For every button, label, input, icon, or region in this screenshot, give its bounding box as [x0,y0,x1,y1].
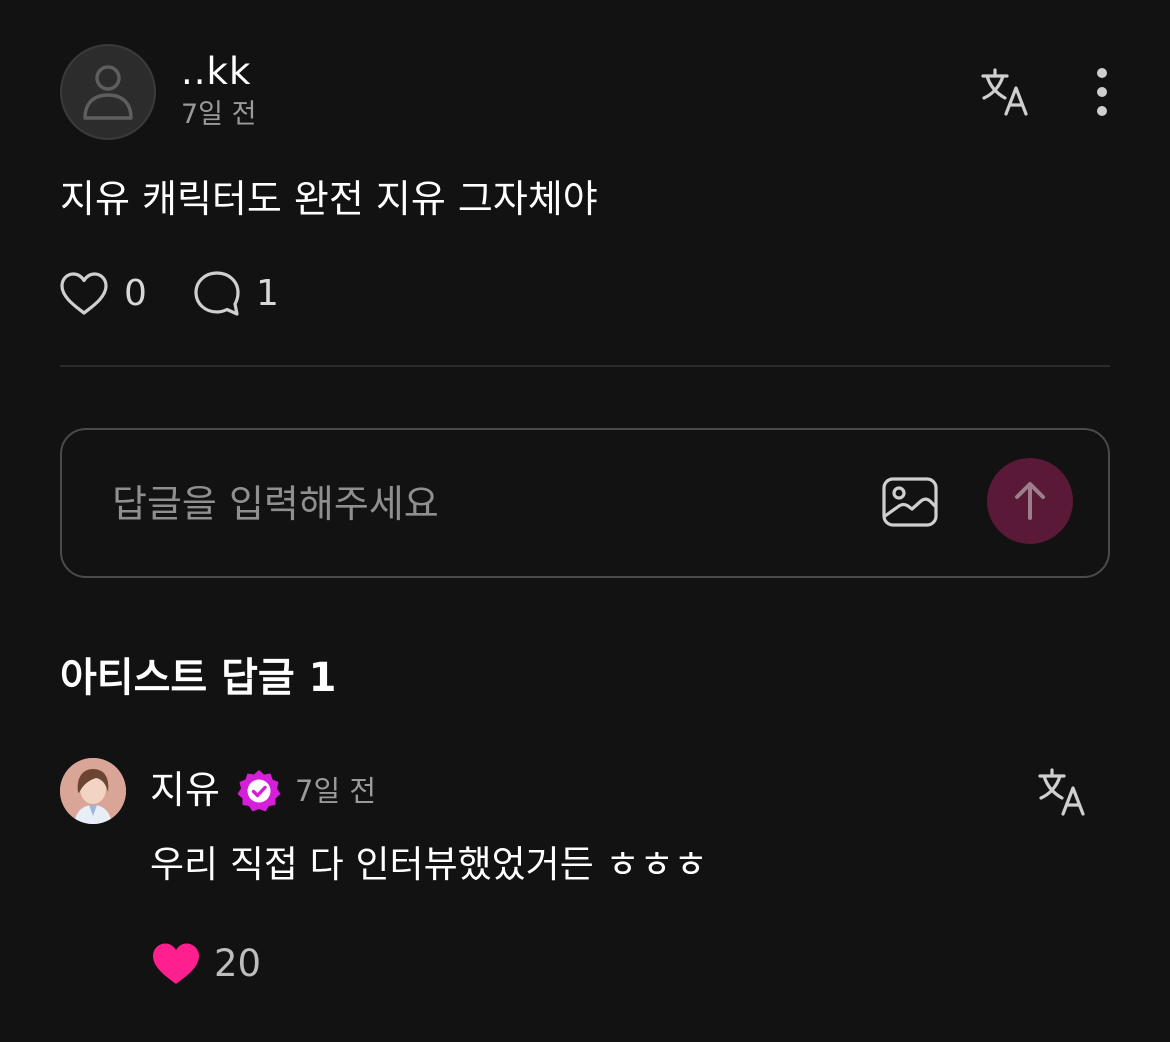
image-icon [882,477,938,527]
attach-image-button[interactable] [880,472,940,532]
reply-translate-button[interactable] [1035,764,1091,820]
reply-input[interactable] [112,470,812,538]
verified-badge-icon [237,770,281,812]
translate-icon [1038,768,1085,816]
author-name[interactable]: ..kk [181,50,251,94]
post-body: 지유 캐릭터도 완전 지유 그자체야 [60,177,598,221]
reply-like-button[interactable]: 20 [150,936,261,992]
author-avatar[interactable] [60,44,156,140]
more-vertical-icon [1097,68,1107,116]
default-user-icon [83,65,133,120]
artist-replies-title: 아티스트 답글 1 [60,655,337,701]
artist-name[interactable]: 지유 [150,766,220,814]
translate-button[interactable] [978,64,1034,120]
artist-photo [60,758,126,824]
translate-icon [981,68,1028,116]
heart-outline-icon [60,272,108,315]
comment-count: 1 [256,273,279,314]
reply-timestamp: 7일 전 [295,774,377,808]
arrow-up-icon [1015,482,1045,520]
comment-button[interactable]: 1 [192,266,279,322]
like-count: 0 [124,273,147,314]
divider [60,365,1110,367]
artist-avatar[interactable] [60,758,126,824]
post-timestamp: 7일 전 [181,99,257,130]
like-button[interactable]: 0 [58,266,147,322]
reply-like-count: 20 [214,942,262,985]
comment-bubble-icon [194,271,240,316]
heart-filled-icon [153,943,199,984]
more-options-button[interactable] [1080,62,1124,122]
reply-composer [60,428,1110,578]
send-button[interactable] [987,458,1073,544]
reply-text: 우리 직접 다 인터뷰했었거든 ㅎㅎㅎ [150,843,708,886]
verified-badge [236,768,282,814]
